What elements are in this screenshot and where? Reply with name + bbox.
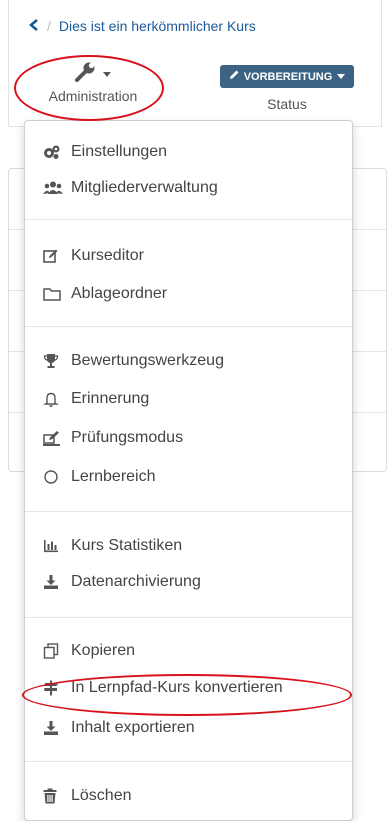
gears-icon — [43, 144, 65, 160]
menu-item-mitgliederverwaltung[interactable]: Mitgliederverwaltung — [25, 173, 352, 203]
menu-item-loeschen[interactable]: Löschen — [25, 781, 352, 811]
trash-icon — [43, 788, 65, 804]
menu-item-label: Prüfungsmodus — [71, 429, 184, 446]
status-button-label: VORBEREITUNG — [243, 70, 333, 83]
menu-item-label: Inhalt exportieren — [71, 719, 195, 736]
edit-icon — [43, 248, 65, 264]
menu-divider — [25, 511, 352, 512]
menu-item-kurseditor[interactable]: Kurseditor — [25, 241, 352, 271]
menu-item-label: Erinnerung — [71, 390, 150, 407]
menu-item-bewertungswerkzeug[interactable]: Bewertungswerkzeug — [25, 346, 352, 376]
administration-label: Administration — [48, 88, 138, 104]
administration-button[interactable]: Administration — [33, 60, 153, 104]
signpost-icon — [43, 680, 65, 696]
status-control: VORBEREITUNG Status — [205, 65, 369, 112]
exam-edit-icon — [43, 430, 65, 446]
menu-divider — [25, 219, 352, 220]
menu-divider — [25, 326, 352, 327]
menu-item-lernbereich[interactable]: Lernbereich — [25, 462, 352, 492]
menu-item-label: Ablageordner — [71, 285, 168, 302]
menu-divider — [25, 761, 352, 762]
menu-item-label: Datenarchivierung — [71, 573, 201, 590]
menu-item-label: Einstellungen — [71, 143, 168, 160]
menu-item-ablageordner[interactable]: Ablageordner — [25, 279, 352, 309]
menu-item-label: Lernbereich — [71, 468, 156, 485]
menu-item-datenarchivierung[interactable]: Datenarchivierung — [25, 567, 352, 597]
wrench-icon — [74, 61, 98, 88]
bell-icon — [43, 391, 65, 407]
circle-icon — [43, 469, 65, 485]
export-icon — [43, 720, 65, 736]
bar-chart-icon — [43, 538, 65, 554]
administration-dropdown-menu: Einstellungen Mitgliederverwaltung Kurse… — [24, 120, 353, 821]
menu-item-lernpfad-konvertieren[interactable]: In Lernpfad-Kurs konvertieren — [25, 673, 352, 703]
menu-item-label: Kurseditor — [71, 247, 144, 264]
breadcrumb-separator: / — [47, 18, 51, 34]
caret-down-icon — [102, 65, 112, 83]
course-toolbar: / Dies ist ein herkömmlicher Kurs Admini… — [8, 0, 382, 127]
menu-divider — [25, 617, 352, 618]
download-icon — [43, 574, 65, 590]
menu-item-einstellungen[interactable]: Einstellungen — [25, 137, 352, 167]
chevron-left-icon[interactable] — [28, 18, 39, 34]
trophy-icon — [43, 353, 65, 369]
menu-item-label: Kopieren — [71, 642, 136, 659]
menu-item-label: Löschen — [71, 787, 132, 804]
menu-item-label: Mitgliederverwaltung — [71, 179, 218, 196]
status-dropdown-button[interactable]: VORBEREITUNG — [219, 65, 355, 88]
menu-item-pruefungsmodus[interactable]: Prüfungsmodus — [25, 423, 352, 453]
menu-item-kurs-statistiken[interactable]: Kurs Statistiken — [25, 531, 352, 561]
menu-item-inhalt-exportieren[interactable]: Inhalt exportieren — [25, 713, 352, 743]
menu-item-label: Bewertungswerkzeug — [71, 352, 224, 369]
breadcrumb-course-link[interactable]: Dies ist ein herkömmlicher Kurs — [59, 18, 256, 34]
caret-down-icon — [336, 71, 346, 83]
menu-item-label: Kurs Statistiken — [71, 537, 183, 554]
status-label: Status — [267, 96, 307, 112]
menu-item-erinnerung[interactable]: Erinnerung — [25, 384, 352, 414]
folder-icon — [43, 286, 65, 302]
menu-item-label: In Lernpfad-Kurs konvertieren — [71, 679, 283, 696]
breadcrumb: / Dies ist ein herkömmlicher Kurs — [28, 18, 256, 34]
pencil-icon — [228, 69, 240, 84]
users-icon — [43, 180, 65, 196]
menu-item-kopieren[interactable]: Kopieren — [25, 636, 352, 666]
copy-icon — [43, 643, 65, 659]
